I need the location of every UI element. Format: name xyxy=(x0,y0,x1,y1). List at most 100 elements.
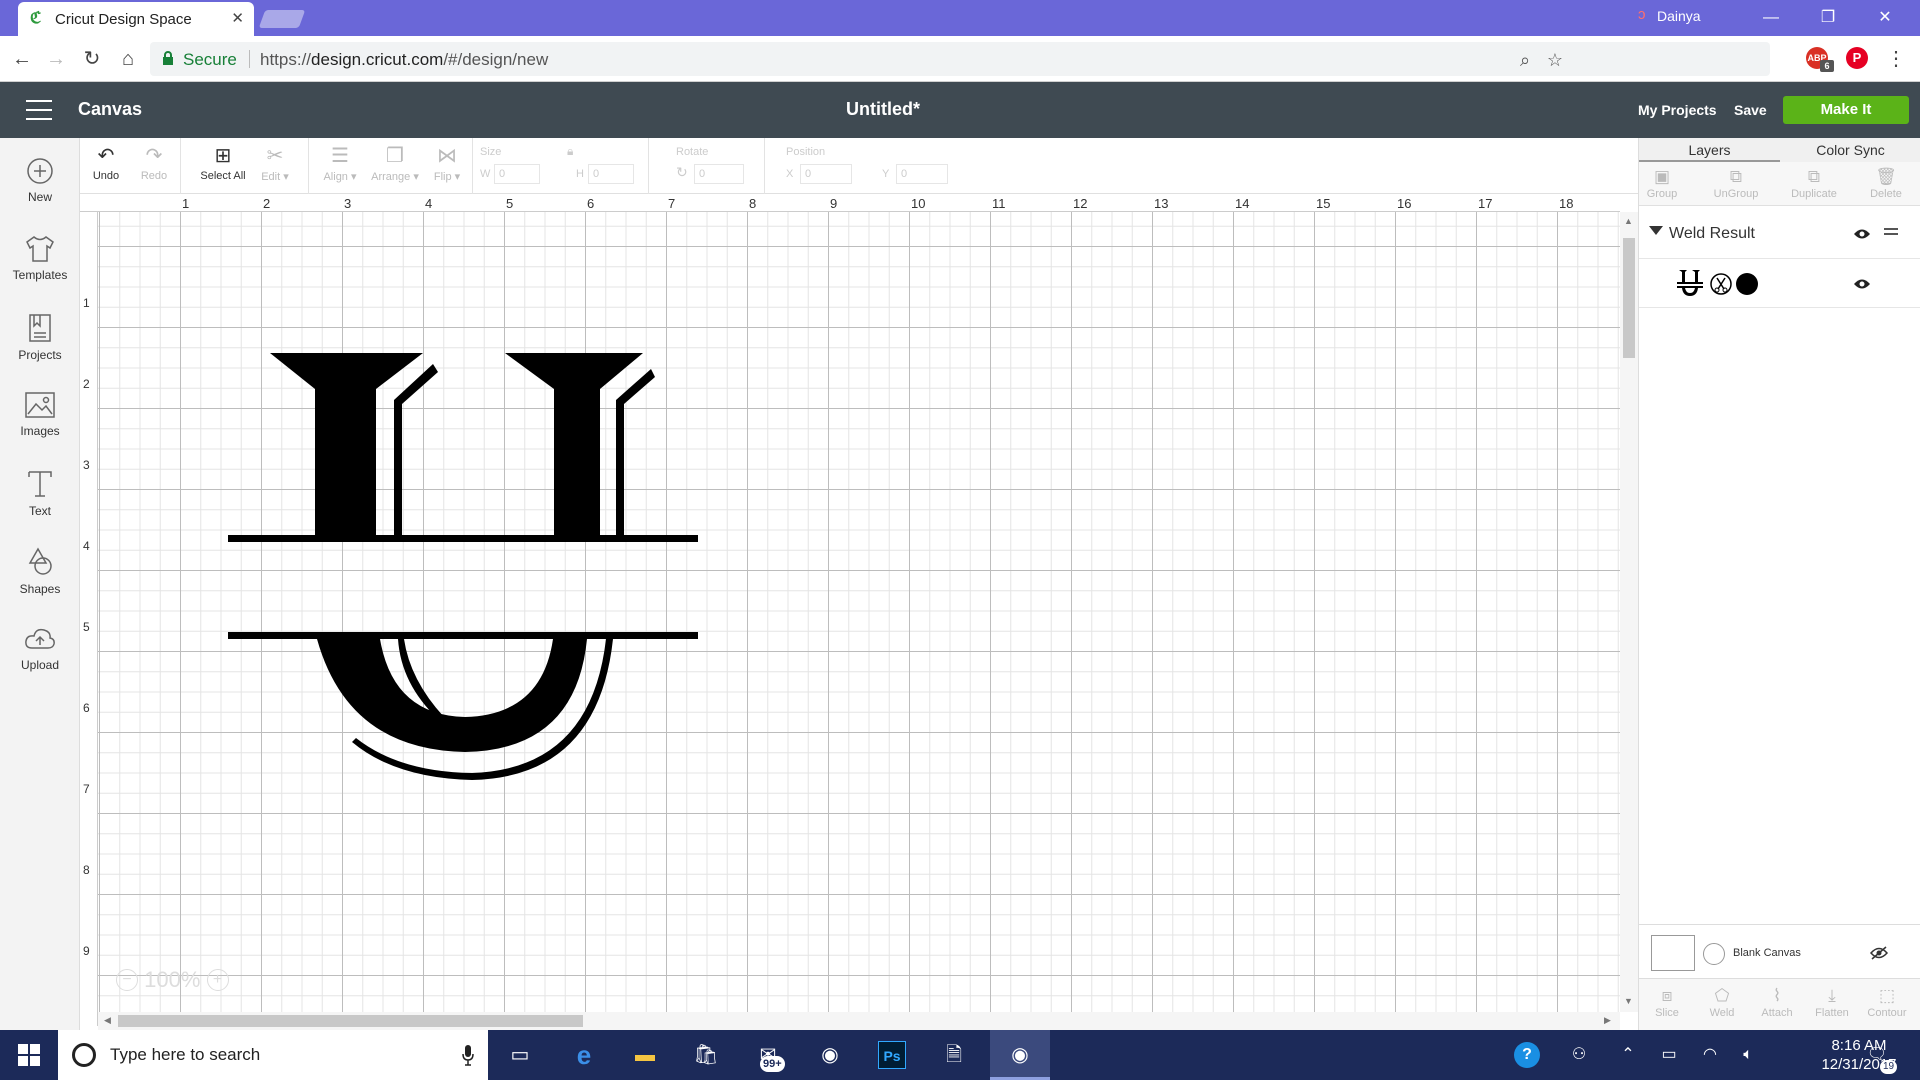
sidebar-item-projects[interactable]: Projects xyxy=(0,312,80,382)
tab-layers[interactable]: Layers xyxy=(1639,142,1780,158)
bookmark-star-icon[interactable]: ☆ xyxy=(1544,49,1566,71)
zoom-in-button[interactable]: + xyxy=(206,969,229,992)
zoom-out-button[interactable]: − xyxy=(116,969,138,992)
layer-actions: ▣ Group ⧉ UnGroup ⧉ Duplicate 🗑︎ Delete xyxy=(1639,162,1920,206)
vertical-scrollbar[interactable]: ▲ ▼ xyxy=(1620,212,1638,1012)
scroll-right-icon[interactable]: ▶ xyxy=(1604,1015,1611,1026)
photoshop-icon[interactable]: Ps xyxy=(864,1030,920,1080)
edit-dropdown[interactable]: ✂ Edit ▾ xyxy=(250,142,300,190)
store-icon[interactable]: 🛍︎ xyxy=(678,1030,734,1080)
reload-icon[interactable]: ↻ xyxy=(78,45,106,73)
url-omnibox[interactable]: Secure https://design.cricut.com/#/desig… xyxy=(150,42,1770,76)
close-window-icon[interactable]: ✕ xyxy=(1865,4,1905,32)
horizontal-scroll-thumb[interactable] xyxy=(118,1015,583,1027)
save-link[interactable]: Save xyxy=(1734,102,1767,118)
photoshop-logo: Ps xyxy=(878,1041,906,1069)
scroll-up-icon[interactable]: ▲ xyxy=(1624,216,1633,226)
ungroup-label: UnGroup xyxy=(1713,188,1759,200)
edge-browser-icon[interactable]: e xyxy=(556,1030,612,1080)
horizontal-scrollbar[interactable]: ◀ ▶ xyxy=(98,1012,1620,1030)
back-arrow-icon[interactable]: ← xyxy=(8,45,36,73)
volume-icon[interactable]: 🔈︎ xyxy=(1737,1044,1759,1066)
eye-icon[interactable] xyxy=(1853,278,1871,290)
new-tab-button[interactable] xyxy=(258,10,306,28)
blank-canvas-row[interactable]: Blank Canvas xyxy=(1639,924,1920,978)
position-x-input[interactable]: 0 xyxy=(800,164,852,184)
collapse-caret-icon[interactable] xyxy=(1649,226,1663,235)
browser-menu-icon[interactable]: ⋮ xyxy=(1882,45,1910,73)
my-projects-link[interactable]: My Projects xyxy=(1638,102,1717,118)
tab-close-icon[interactable]: ✕ xyxy=(231,9,244,27)
sidebar-item-text[interactable]: Text xyxy=(0,468,80,538)
select-all-button[interactable]: ⊞ Select All xyxy=(188,142,258,190)
task-view-icon[interactable]: ▭ xyxy=(492,1030,548,1080)
contour-button[interactable]: ⬚ Contour xyxy=(1859,985,1915,1019)
chrome-active-icon[interactable]: ◉ xyxy=(990,1030,1050,1080)
undo-button[interactable]: ↶ Undo xyxy=(82,142,130,190)
tray-chevron-icon[interactable]: ⌃ xyxy=(1617,1044,1639,1066)
vertical-scroll-thumb[interactable] xyxy=(1623,238,1635,358)
taskbar-search-box[interactable]: Type here to search xyxy=(58,1030,488,1080)
layer-reorder-icon[interactable] xyxy=(1884,228,1898,238)
group-button[interactable]: ▣ Group xyxy=(1627,166,1697,200)
help-icon[interactable]: ? xyxy=(1514,1042,1540,1068)
flatten-button[interactable]: ⤓ Flatten xyxy=(1804,985,1860,1019)
sidebar-item-templates[interactable]: Templates xyxy=(0,234,80,304)
forward-arrow-icon[interactable]: → xyxy=(42,45,70,73)
mail-icon[interactable]: ✉ xyxy=(740,1030,796,1080)
slice-label: Slice xyxy=(1655,1007,1679,1019)
battery-icon[interactable]: ▭ xyxy=(1658,1044,1680,1066)
tab-color-sync[interactable]: Color Sync xyxy=(1780,142,1920,158)
duplicate-button[interactable]: ⧉ Duplicate xyxy=(1779,166,1849,200)
ruler-tick: 6 xyxy=(587,196,595,211)
browser-tab-active[interactable]: ℭ Cricut Design Space ✕ xyxy=(18,2,254,36)
document-app-icon[interactable]: 🗎︎ xyxy=(926,1030,982,1080)
lock-proportions-icon[interactable]: 🔒︎ xyxy=(567,144,573,159)
attach-button[interactable]: ⌇ Attach xyxy=(1749,985,1805,1019)
url-text[interactable]: https://design.cricut.com/#/design/new xyxy=(260,50,548,70)
wifi-icon[interactable]: ◠ xyxy=(1699,1044,1721,1066)
design-canvas[interactable] xyxy=(98,212,1620,1012)
pinterest-extension-icon[interactable]: P xyxy=(1846,47,1868,69)
ruler-tick: 8 xyxy=(749,196,757,211)
slice-button[interactable]: ⧈ Slice xyxy=(1639,985,1695,1019)
browser-user-name[interactable]: Dainya xyxy=(1657,8,1701,24)
weld-button[interactable]: ⬠ Weld xyxy=(1694,985,1750,1019)
width-input[interactable]: 0 xyxy=(494,164,540,184)
layer-group-row[interactable]: Weld Result xyxy=(1639,218,1920,250)
rotate-input[interactable]: 0 xyxy=(694,164,744,184)
eye-hidden-icon[interactable] xyxy=(1869,946,1889,960)
user-profile-icon[interactable]: ↄ xyxy=(1638,6,1646,23)
restore-window-icon[interactable]: ❐ xyxy=(1808,4,1848,32)
arrange-dropdown[interactable]: ❐ Arrange ▾ xyxy=(362,142,428,190)
canvas-option-circle[interactable] xyxy=(1703,943,1725,965)
split-monogram-u-design[interactable] xyxy=(98,212,698,812)
scroll-down-icon[interactable]: ▼ xyxy=(1624,996,1633,1006)
canvas-color-swatch[interactable] xyxy=(1651,935,1695,971)
flip-dropdown[interactable]: ⋈ Flip ▾ xyxy=(420,142,474,190)
delete-button[interactable]: 🗑︎ Delete xyxy=(1851,166,1920,200)
microphone-icon[interactable] xyxy=(462,1044,474,1066)
sidebar-item-images[interactable]: Images xyxy=(0,390,80,460)
make-it-button[interactable]: Make It xyxy=(1783,96,1909,124)
sidebar-item-new[interactable]: New xyxy=(0,156,80,226)
ruler-tick: 2 xyxy=(83,377,90,391)
eye-icon[interactable] xyxy=(1853,228,1871,240)
start-button[interactable] xyxy=(0,1030,58,1080)
file-explorer-icon[interactable]: ▬ xyxy=(617,1030,673,1080)
zoom-magnifier-icon[interactable]: ⌕ xyxy=(1514,49,1536,71)
position-y-input[interactable]: 0 xyxy=(896,164,948,184)
layer-item[interactable] xyxy=(1639,258,1920,308)
height-input[interactable]: 0 xyxy=(588,164,634,184)
sidebar-item-upload[interactable]: Upload xyxy=(0,624,80,694)
align-dropdown[interactable]: ☰ Align ▾ xyxy=(310,142,370,190)
minimize-window-icon[interactable]: — xyxy=(1751,4,1791,32)
ungroup-button[interactable]: ⧉ UnGroup xyxy=(1701,166,1771,200)
layer-color-swatch-icon[interactable] xyxy=(1735,272,1759,296)
redo-button[interactable]: ↷ Redo xyxy=(130,142,178,190)
chrome-profile-icon[interactable]: ◉ xyxy=(802,1030,858,1080)
sidebar-item-shapes[interactable]: Shapes xyxy=(0,546,80,616)
scroll-left-icon[interactable]: ◀ xyxy=(104,1015,111,1026)
people-icon[interactable]: ⚇ xyxy=(1568,1044,1590,1066)
home-icon[interactable]: ⌂ xyxy=(114,45,142,73)
